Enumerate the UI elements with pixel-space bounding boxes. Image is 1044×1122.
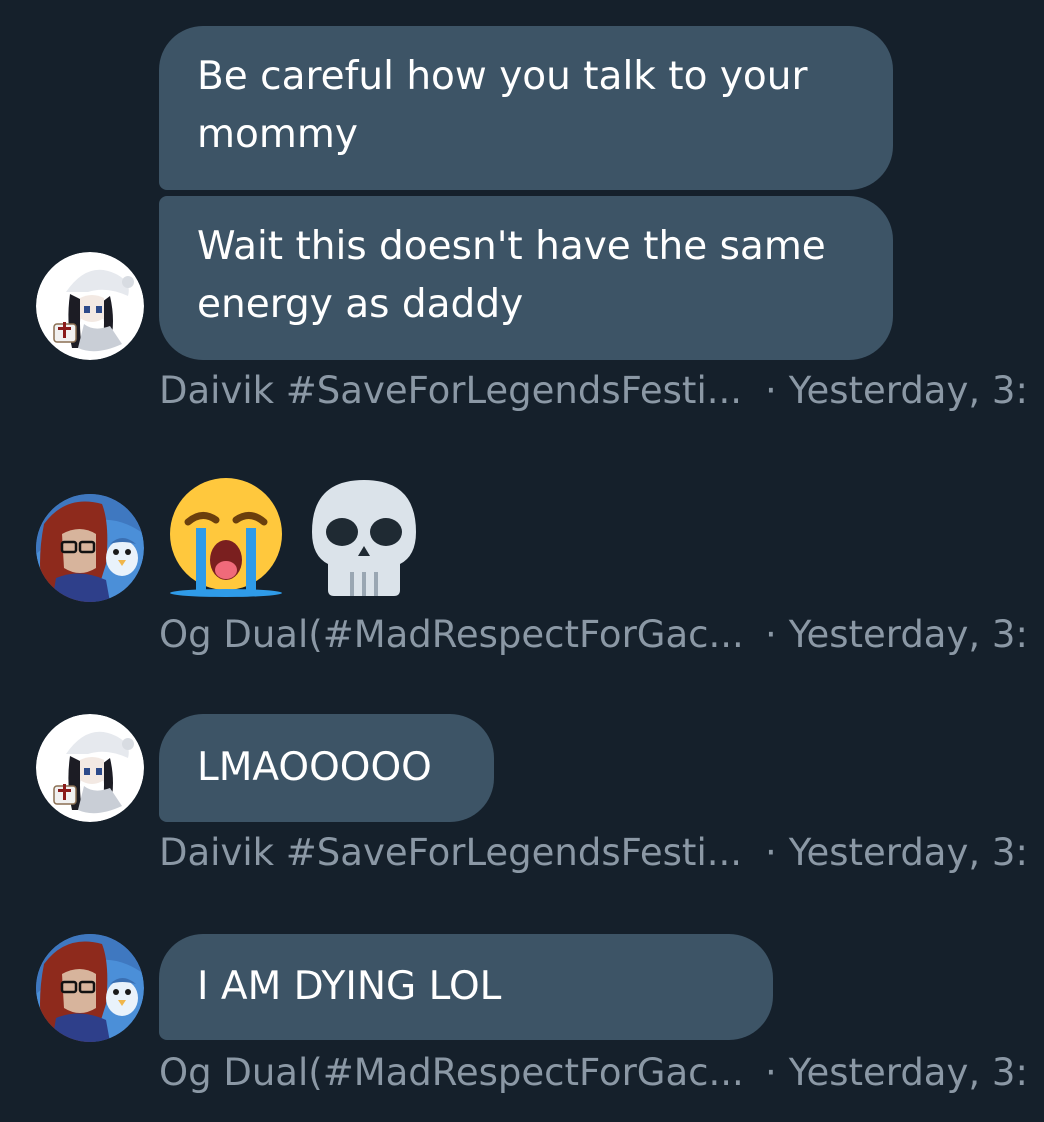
message-meta: Og Dual(#MadRespectForGac... · Yesterday, … (159, 610, 1044, 660)
author-name[interactable]: Daivik #SaveForLegendsFesti... (159, 366, 747, 416)
message-text: Be careful how you talk to your mommy (197, 54, 808, 157)
red-haired-glasses-avatar-icon (36, 494, 144, 602)
timestamp: Yesterday, 3: (788, 369, 1028, 412)
skull-icon (312, 480, 416, 596)
message-bubble[interactable]: I AM DYING LOL (159, 934, 773, 1040)
author-name[interactable]: Og Dual(#MadRespectForGac... (159, 610, 747, 660)
meta-separator: · (765, 613, 777, 656)
avatar[interactable] (36, 934, 144, 1042)
timestamp: Yesterday, 3: (788, 613, 1028, 656)
author-name[interactable]: Og Dual(#MadRespectForGac... (159, 1048, 747, 1098)
author-name[interactable]: Daivik #SaveForLegendsFesti... (159, 828, 747, 878)
message-bubble[interactable]: Wait this doesn't have the same energy a… (159, 196, 893, 360)
timestamp: Yesterday, 3: (788, 1051, 1028, 1094)
skull-emoji[interactable] (304, 476, 424, 598)
white-haired-anime-avatar-icon (36, 714, 144, 822)
meta-separator: · (765, 831, 777, 874)
message-meta: Daivik #SaveForLegendsFesti... · Yesterday… (159, 828, 1044, 878)
avatar[interactable] (36, 252, 144, 360)
meta-separator: · (765, 1051, 777, 1094)
message-meta: Daivik #SaveForLegendsFesti... · Yesterday… (159, 366, 1044, 416)
message-text: I AM DYING LOL (197, 964, 502, 1009)
white-haired-anime-avatar-icon (36, 252, 144, 360)
message-bubble[interactable]: LMAOOOOO (159, 714, 494, 822)
avatar[interactable] (36, 714, 144, 822)
loudly-crying-face-icon (170, 478, 282, 597)
message-text: LMAOOOOO (197, 745, 432, 790)
avatar[interactable] (36, 494, 144, 602)
meta-separator: · (765, 369, 777, 412)
message-bubble[interactable]: Be careful how you talk to your mommy (159, 26, 893, 190)
timestamp: Yesterday, 3: (788, 831, 1028, 874)
message-text: Wait this doesn't have the same energy a… (197, 224, 826, 327)
red-haired-glasses-avatar-icon (36, 934, 144, 1042)
message-meta: Og Dual(#MadRespectForGac... · Yesterday, … (159, 1048, 1044, 1098)
loudly-crying-face-emoji[interactable] (166, 476, 286, 598)
